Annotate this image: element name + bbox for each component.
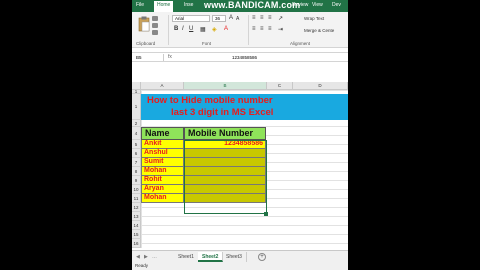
row-header[interactable]: 5 bbox=[132, 140, 141, 149]
group-label-alignment: Alignment bbox=[290, 41, 311, 46]
tab-developer[interactable]: Dev bbox=[332, 2, 341, 8]
row-header[interactable]: 14 bbox=[132, 221, 141, 230]
title-line-1: How to Hide mobile number bbox=[147, 95, 273, 106]
fx-label[interactable]: fx bbox=[168, 54, 172, 60]
add-sheet-icon[interactable]: + bbox=[258, 253, 266, 261]
tab-insert[interactable]: Inse bbox=[184, 2, 193, 8]
align-middle-icon[interactable]: ≡ bbox=[260, 15, 264, 21]
next-sheet-icon[interactable]: ▶ bbox=[144, 254, 148, 260]
row-header[interactable]: 11 bbox=[132, 194, 141, 203]
paste-icon[interactable] bbox=[138, 16, 150, 32]
sheet-tab-sheet2[interactable]: Sheet2 bbox=[198, 252, 224, 262]
cell-number[interactable] bbox=[184, 185, 266, 194]
cell-name[interactable]: Anshul bbox=[141, 149, 184, 158]
tab-home[interactable]: Home bbox=[154, 1, 174, 12]
row-header[interactable]: 10 bbox=[132, 185, 141, 194]
cell-number[interactable] bbox=[184, 176, 266, 185]
row-header[interactable]: 9 bbox=[132, 176, 141, 185]
sheet-tab-sheet1[interactable]: Sheet1 bbox=[174, 252, 199, 262]
group-divider bbox=[168, 15, 169, 45]
tab-review[interactable]: Review bbox=[292, 2, 308, 8]
ribbon-tab-bar: File Home Inse www.BANDICAM.com Review V… bbox=[132, 0, 348, 12]
group-divider bbox=[248, 15, 249, 45]
row-header[interactable]: 13 bbox=[132, 212, 141, 221]
col-header-b[interactable]: B bbox=[184, 82, 267, 90]
row-header[interactable]: 6 bbox=[132, 149, 141, 158]
group-label-font: Font bbox=[202, 41, 212, 46]
more-sheets-icon[interactable]: … bbox=[152, 254, 157, 260]
row-header[interactable]: 1 bbox=[132, 94, 141, 120]
format-painter-icon[interactable] bbox=[152, 30, 158, 35]
col-header-c[interactable]: C bbox=[267, 82, 293, 90]
formula-bar: B5 fx 1234858586 bbox=[132, 52, 348, 62]
font-color-icon[interactable]: A bbox=[224, 26, 228, 32]
prev-sheet-icon[interactable]: ◀ bbox=[136, 254, 140, 260]
cell-number[interactable] bbox=[184, 167, 266, 176]
row-header[interactable]: 4 bbox=[132, 127, 141, 140]
cell-number[interactable] bbox=[184, 158, 266, 167]
name-box[interactable]: B5 bbox=[134, 54, 164, 61]
align-right-icon[interactable]: ≡ bbox=[268, 26, 272, 32]
align-center-icon[interactable]: ≡ bbox=[260, 26, 264, 32]
cut-icon[interactable] bbox=[152, 16, 158, 21]
tab-view[interactable]: View bbox=[312, 2, 323, 8]
copy-icon[interactable] bbox=[152, 23, 158, 28]
cell-name[interactable]: Ankit bbox=[141, 140, 184, 149]
col-header-d[interactable]: D bbox=[293, 82, 348, 90]
wrap-text-button[interactable]: Wrap Text bbox=[304, 16, 324, 21]
row-header[interactable]: 7 bbox=[132, 158, 141, 167]
tab-file[interactable]: File bbox=[136, 2, 144, 8]
header-mobile-number[interactable]: Mobile Number bbox=[184, 127, 266, 140]
col-header-a[interactable]: A bbox=[141, 82, 184, 90]
title-line-2: last 3 digit in MS Excel bbox=[171, 107, 274, 118]
cell-number[interactable] bbox=[184, 149, 266, 158]
ribbon-home: Arial 36 A A B I U ▦ ◈ A ≡ ≡ ≡ ↗ Wrap Te… bbox=[132, 12, 348, 48]
font-size-box[interactable]: 36 bbox=[212, 15, 226, 22]
indent-icon[interactable]: ⇥ bbox=[278, 26, 283, 33]
excel-window: File Home Inse www.BANDICAM.com Review V… bbox=[132, 0, 348, 270]
fill-color-icon[interactable]: ◈ bbox=[212, 26, 217, 33]
align-left-icon[interactable]: ≡ bbox=[252, 26, 256, 32]
title-cell[interactable]: How to Hide mobile number last 3 digit i… bbox=[141, 94, 348, 120]
underline-icon[interactable]: U bbox=[189, 26, 193, 32]
cell-number[interactable]: 1234858586 bbox=[184, 140, 266, 149]
fill-handle[interactable] bbox=[264, 212, 268, 216]
cell-name[interactable]: Mohan bbox=[141, 167, 184, 176]
formula-input[interactable]: 1234858586 bbox=[232, 54, 257, 61]
row-header[interactable]: 8 bbox=[132, 167, 141, 176]
sheet-tab-sheet3[interactable]: Sheet3 bbox=[222, 252, 247, 262]
clipboard-tools bbox=[152, 16, 160, 37]
row-header[interactable]: 12 bbox=[132, 203, 141, 212]
cell-name[interactable]: Sumit bbox=[141, 158, 184, 167]
sheet-tab-bar: ◀ ▶ … Sheet1 Sheet2 Sheet3 + bbox=[132, 250, 348, 263]
align-top-icon[interactable]: ≡ bbox=[252, 15, 256, 21]
header-name[interactable]: Name bbox=[141, 127, 184, 140]
decrease-font-icon[interactable]: A bbox=[236, 16, 239, 22]
borders-icon[interactable]: ▦ bbox=[200, 26, 206, 33]
align-bottom-icon[interactable]: ≡ bbox=[268, 15, 272, 21]
row-header[interactable]: 2 bbox=[132, 120, 141, 127]
recorder-watermark: www.BANDICAM.com bbox=[204, 0, 301, 10]
bold-icon[interactable]: B bbox=[174, 26, 178, 32]
font-name-box[interactable]: Arial bbox=[172, 15, 210, 22]
status-bar: Ready bbox=[132, 263, 348, 270]
row-header[interactable]: 16 bbox=[132, 239, 141, 248]
merge-center-button[interactable]: Merge & Cente bbox=[304, 28, 334, 33]
cell-number[interactable] bbox=[184, 194, 266, 203]
italic-icon[interactable]: I bbox=[182, 26, 184, 32]
increase-font-icon[interactable]: A bbox=[229, 15, 233, 21]
cell-name[interactable]: Mohan bbox=[141, 194, 184, 203]
orientation-icon[interactable]: ↗ bbox=[278, 15, 283, 22]
cell-name[interactable]: Rohit bbox=[141, 176, 184, 185]
cell-name[interactable]: Aryan bbox=[141, 185, 184, 194]
group-label-clipboard: Clipboard bbox=[136, 41, 156, 46]
row-header[interactable]: 15 bbox=[132, 230, 141, 239]
